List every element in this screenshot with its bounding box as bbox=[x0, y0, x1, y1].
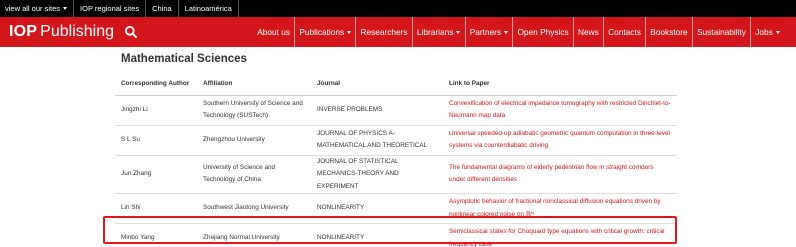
nav-researchers[interactable]: Researchers bbox=[355, 17, 411, 47]
nav-open-physics-label: Open Physics bbox=[517, 27, 569, 37]
nav-publications[interactable]: Publications bbox=[294, 17, 355, 47]
journal-cell: INVERSE PROBLEMS bbox=[311, 95, 443, 126]
header-journal: Journal bbox=[311, 74, 443, 96]
nav-about-us[interactable]: About us bbox=[253, 17, 294, 47]
nav-publications-label: Publications bbox=[299, 27, 345, 37]
table-header-row: Corresponding Author Affiliation Journal… bbox=[115, 74, 677, 96]
nav-bookstore[interactable]: Bookstore bbox=[645, 17, 692, 47]
nav-sustainability-label: Sustainability bbox=[697, 27, 746, 37]
chevron-down-icon bbox=[63, 7, 68, 10]
chevron-down-icon bbox=[456, 30, 461, 34]
chevron-down-icon bbox=[347, 30, 352, 34]
section-title: Mathematical Sciences bbox=[121, 53, 247, 65]
nav-about-us-label: About us bbox=[257, 27, 290, 37]
chevron-down-icon bbox=[775, 30, 780, 34]
nav-sustainability[interactable]: Sustainability bbox=[691, 17, 750, 47]
logo-iop-text: IOP bbox=[9, 23, 38, 40]
affiliation-cell: University of Science and Technology of … bbox=[197, 155, 311, 194]
paper-link[interactable]: The fundamental diagrams of elderly pede… bbox=[443, 155, 677, 194]
nav-news-label: News bbox=[578, 27, 599, 37]
view-all-sites-menu[interactable]: view all our sites bbox=[0, 0, 75, 17]
header-affiliation: Affiliation bbox=[197, 74, 311, 96]
nav-partners-label: Partners bbox=[469, 27, 502, 37]
highlight-box bbox=[103, 216, 677, 244]
china-link[interactable]: China bbox=[146, 0, 179, 17]
paper-link[interactable]: Convexification of electrical impedance … bbox=[443, 95, 677, 126]
nav-bookstore-label: Bookstore bbox=[650, 27, 688, 37]
journal-cell: JOURNAL OF PHYSICS A-MATHEMATICAL AND TH… bbox=[311, 125, 443, 156]
table-row: Jingzhi Li Southern University of Scienc… bbox=[115, 95, 677, 126]
paper-link[interactable]: Universal speeded-up adiabatic geometric… bbox=[443, 125, 677, 156]
chevron-down-icon bbox=[504, 30, 509, 34]
header-link-to-paper: Link to Paper bbox=[443, 74, 677, 96]
main-header: IOP Publishing About us Publications Res… bbox=[0, 17, 796, 47]
search-icon[interactable] bbox=[124, 25, 138, 39]
nav-researchers-label: Researchers bbox=[360, 27, 408, 37]
header-corresponding-author: Corresponding Author bbox=[115, 74, 197, 96]
nav-news[interactable]: News bbox=[572, 17, 603, 47]
iop-regional-sites-label: IOP regional sites bbox=[80, 4, 140, 13]
top-utility-bar: view all our sites IOP regional sites Ch… bbox=[0, 0, 796, 17]
journal-cell: JOURNAL OF STATISTICAL MECHANICS-THEORY … bbox=[311, 155, 443, 194]
main-nav: About us Publications Researchers Librar… bbox=[253, 17, 784, 47]
author-cell: Jun Zhang bbox=[115, 155, 197, 194]
table-row: Jun Zhang University of Science and Tech… bbox=[115, 155, 677, 194]
nav-librarians[interactable]: Librarians bbox=[411, 17, 465, 47]
iop-publishing-logo[interactable]: IOP Publishing bbox=[9, 21, 114, 43]
author-cell: Jingzhi Li bbox=[115, 95, 197, 126]
table-row: S L Su Zhengzhou University JOURNAL OF P… bbox=[115, 125, 677, 156]
logo-publishing-text: Publishing bbox=[40, 23, 114, 40]
iop-regional-sites-link[interactable]: IOP regional sites bbox=[74, 0, 147, 17]
nav-open-physics[interactable]: Open Physics bbox=[512, 17, 573, 47]
latinoamerica-label: Latinoamérica bbox=[184, 4, 232, 13]
nav-jobs[interactable]: Jobs bbox=[750, 17, 784, 47]
nav-jobs-label: Jobs bbox=[755, 27, 773, 37]
affiliation-cell: Southern University of Science and Techn… bbox=[197, 95, 311, 126]
view-all-sites-label: view all our sites bbox=[5, 4, 61, 13]
nav-partners[interactable]: Partners bbox=[464, 17, 513, 47]
nav-contacts-label: Contacts bbox=[608, 27, 641, 37]
latinoamerica-link[interactable]: Latinoamérica bbox=[179, 0, 239, 17]
nav-librarians-label: Librarians bbox=[416, 27, 454, 37]
china-label: China bbox=[152, 4, 172, 13]
nav-contacts[interactable]: Contacts bbox=[602, 17, 645, 47]
author-cell: S L Su bbox=[115, 125, 197, 156]
affiliation-cell: Zhengzhou University bbox=[197, 125, 311, 156]
